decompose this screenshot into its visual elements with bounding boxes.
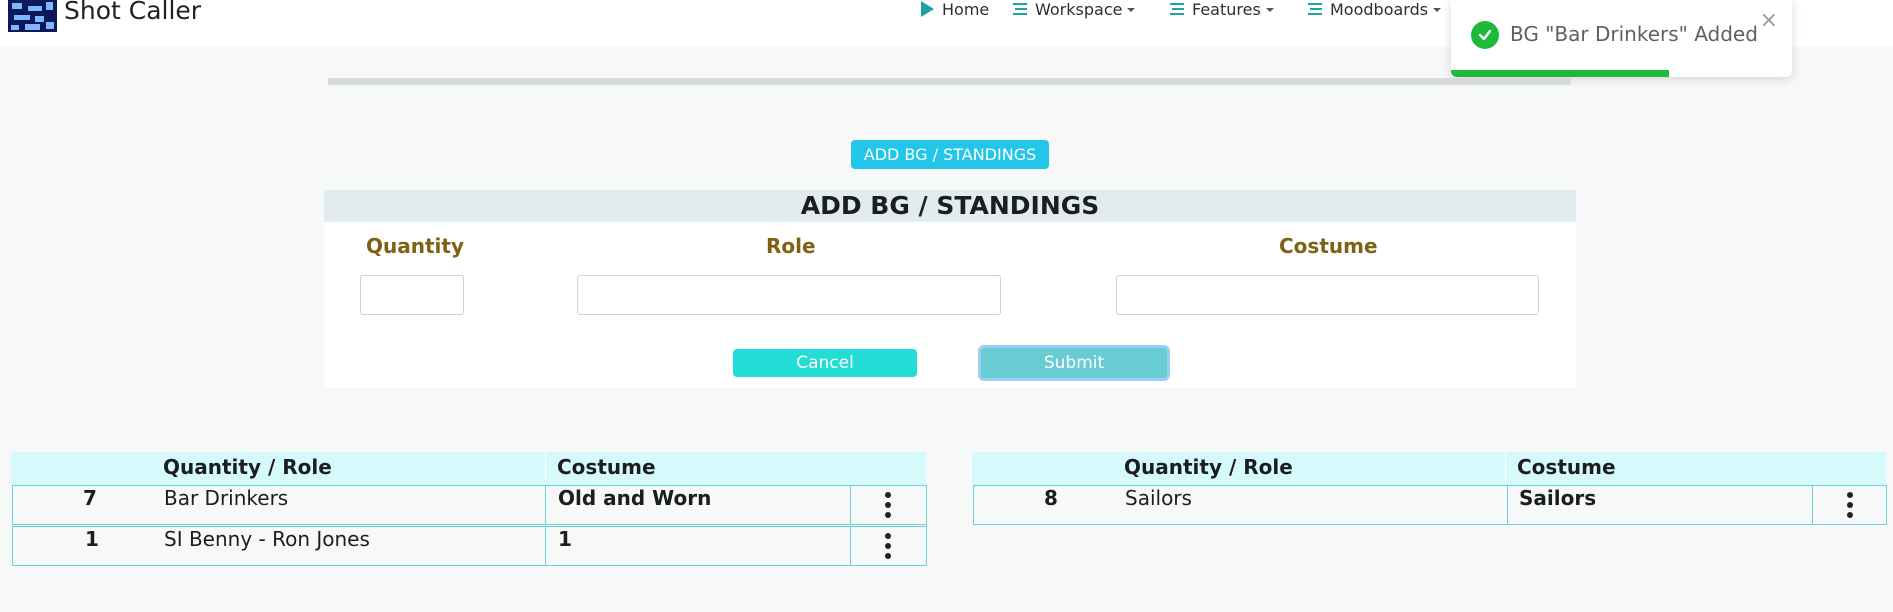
nav-workspace-label: Workspace <box>1035 0 1123 19</box>
logo[interactable] <box>8 0 57 32</box>
add-bg-form: ADD BG / STANDINGS Quantity Role Costume… <box>324 190 1576 388</box>
chevron-down-icon <box>1433 8 1442 12</box>
table-row[interactable]: 7 Bar Drinkers Old and Worn <box>12 485 927 525</box>
more-options-icon[interactable] <box>878 533 898 559</box>
header-costume: Costume <box>1517 455 1616 479</box>
nav-home[interactable]: Home <box>920 0 990 19</box>
toast-progress-bar <box>1451 70 1670 77</box>
bg-table-right: Quantity / Role Costume 8 Sailors Sailor… <box>972 452 1887 527</box>
header-costume: Costume <box>557 455 656 479</box>
row-role: SI Benny - Ron Jones <box>164 527 370 551</box>
toast-message: BG "Bar Drinkers" Added <box>1510 22 1758 46</box>
row-role: Bar Drinkers <box>164 486 289 510</box>
row-quantity: 1 <box>85 527 99 551</box>
role-label: Role <box>766 234 816 258</box>
brand-title[interactable]: Shot Caller <box>64 0 201 25</box>
add-bg-standings-button[interactable]: ADD BG / STANDINGS <box>851 140 1049 169</box>
row-costume: Sailors <box>1519 486 1597 510</box>
nav-moodboards[interactable]: Moodboards <box>1308 0 1442 19</box>
costume-input[interactable] <box>1116 275 1539 315</box>
table-row[interactable]: 8 Sailors Sailors <box>973 485 1887 525</box>
nav-home-label: Home <box>942 0 990 19</box>
nav-workspace[interactable]: Workspace <box>1013 0 1136 19</box>
list-icon <box>1013 2 1027 16</box>
quantity-label: Quantity <box>366 234 464 258</box>
list-icon <box>1170 2 1184 16</box>
list-icon <box>1308 2 1322 16</box>
row-costume: 1 <box>558 527 572 551</box>
submit-button[interactable]: Submit <box>978 345 1170 381</box>
table-header: Quantity / Role Costume <box>972 452 1886 485</box>
cancel-button[interactable]: Cancel <box>733 349 917 377</box>
nav-features-label: Features <box>1192 0 1261 19</box>
more-options-icon[interactable] <box>878 492 898 518</box>
header-quantity-role: Quantity / Role <box>163 455 332 479</box>
chevron-down-icon <box>1265 8 1274 12</box>
row-quantity: 8 <box>1044 486 1058 510</box>
table-row[interactable]: 1 SI Benny - Ron Jones 1 <box>12 526 927 566</box>
form-title: ADD BG / STANDINGS <box>324 190 1576 222</box>
page-divider <box>328 78 1571 85</box>
nav-features[interactable]: Features <box>1170 0 1274 19</box>
row-costume: Old and Worn <box>558 486 712 510</box>
row-role: Sailors <box>1125 486 1192 510</box>
role-input[interactable] <box>577 275 1001 315</box>
more-options-icon[interactable] <box>1840 492 1860 518</box>
row-quantity: 7 <box>83 486 97 510</box>
play-icon <box>920 1 934 17</box>
check-circle-icon <box>1471 21 1499 49</box>
table-header: Quantity / Role Costume <box>11 452 926 485</box>
bg-table-left: Quantity / Role Costume 7 Bar Drinkers O… <box>11 452 928 567</box>
chevron-down-icon <box>1127 8 1136 12</box>
header-quantity-role: Quantity / Role <box>1124 455 1293 479</box>
costume-label: Costume <box>1279 234 1378 258</box>
close-icon[interactable]: × <box>1760 8 1778 33</box>
quantity-input[interactable] <box>360 275 464 315</box>
nav-moodboards-label: Moodboards <box>1330 0 1429 19</box>
success-toast: BG "Bar Drinkers" Added × <box>1451 0 1792 77</box>
